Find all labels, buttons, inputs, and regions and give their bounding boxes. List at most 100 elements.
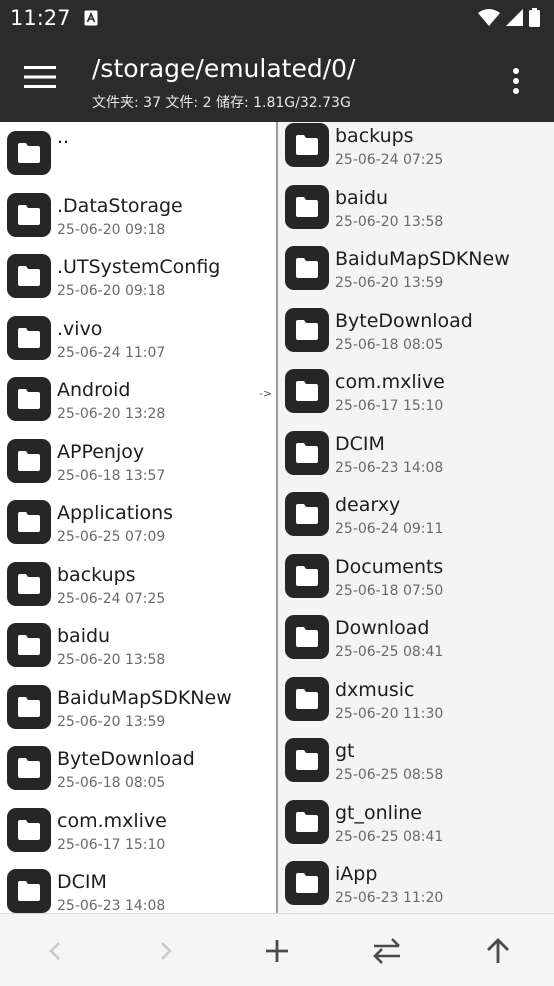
app-bar: /storage/emulated/0/ 文件夹: 37 文件: 2 储存: 1… <box>0 38 554 122</box>
folder-item[interactable]: Documents 25-06-18 07:50 <box>278 545 554 607</box>
folder-item[interactable]: .DataStorage 25-06-20 09:18 <box>0 184 276 246</box>
folder-name: backups <box>57 563 136 586</box>
notification-a-icon <box>84 10 98 26</box>
folder-name: .vivo <box>57 317 103 340</box>
folder-icon <box>7 377 51 421</box>
storage-summary: 文件夹: 37 文件: 2 储存: 1.81G/32.73G <box>92 95 351 111</box>
folder-name: Applications <box>57 502 174 524</box>
folder-name: baidu <box>335 186 389 209</box>
folder-icon <box>285 738 329 782</box>
folder-item[interactable]: DCIM 25-06-23 14:08 <box>0 860 276 913</box>
folder-date: 25-06-20 13:58 <box>335 213 444 230</box>
folder-item[interactable]: APPenjoy 25-06-18 13:57 <box>0 430 276 492</box>
folder-date: 25-06-20 09:18 <box>57 283 166 299</box>
hamburger-menu-icon[interactable] <box>24 65 62 95</box>
folder-date: 25-06-25 08:41 <box>335 644 444 660</box>
folder-icon <box>285 369 329 413</box>
folder-item[interactable]: BaiduMapSDKNew 25-06-20 13:59 <box>278 237 554 299</box>
folder-item[interactable]: com.mxlive 25-06-17 15:10 <box>278 360 554 422</box>
folder-item[interactable]: Android 25-06-20 13:28 <box>0 368 276 430</box>
folder-date: 25-06-18 13:57 <box>57 467 166 484</box>
folder-date: 25-06-25 08:58 <box>335 767 444 783</box>
folder-item[interactable]: backups 25-06-24 07:25 <box>278 122 554 176</box>
folder-date: 25-06-20 13:58 <box>57 652 166 668</box>
folder-date: 25-06-23 14:08 <box>335 459 444 476</box>
folder-date: 25-06-18 08:05 <box>335 336 444 353</box>
folder-icon <box>285 123 329 167</box>
folder-icon <box>285 307 329 352</box>
right-file-list: backups 25-06-24 07:25 baidu 25-06-20 13:58… <box>278 122 554 913</box>
folder-name: ByteDownload <box>57 748 195 770</box>
left-file-pane[interactable]: .. .DataStorage 25-06-20 09:18 .UTSystemCon… <box>0 122 278 913</box>
add-button[interactable] <box>260 934 294 968</box>
battery-icon <box>529 8 540 31</box>
folder-item[interactable]: .UTSystemConfig 25-06-20 09:18 <box>0 245 276 307</box>
folder-icon <box>7 684 51 729</box>
folder-name: baidu <box>57 625 111 647</box>
folder-name: iApp <box>335 863 378 885</box>
swap-panes-button[interactable] <box>370 934 404 968</box>
folder-date: 25-06-24 07:25 <box>335 152 444 168</box>
right-file-pane[interactable]: backups 25-06-24 07:25 baidu 25-06-20 13:58… <box>278 122 554 913</box>
folder-icon <box>7 746 51 790</box>
folder-item[interactable]: .. <box>0 122 276 184</box>
folder-icon <box>285 430 329 475</box>
folder-name: com.mxlive <box>335 371 445 393</box>
folder-item[interactable]: Applications 25-06-25 07:09 <box>0 491 276 553</box>
folder-item[interactable]: ByteDownload 25-06-18 08:05 <box>0 737 276 799</box>
more-vert-icon[interactable] <box>504 66 528 96</box>
folder-item[interactable]: ByteDownload 25-06-18 08:05 <box>278 299 554 361</box>
folder-icon <box>7 438 51 483</box>
folder-item[interactable]: com.mxlive 25-06-17 15:10 <box>0 799 276 861</box>
folder-icon <box>285 676 329 721</box>
left-file-list: .. .DataStorage 25-06-20 09:18 .UTSystemCon… <box>0 122 276 913</box>
folder-item[interactable]: dearxy 25-06-24 09:11 <box>278 483 554 545</box>
forward-button[interactable] <box>149 934 183 968</box>
current-path: /storage/emulated/0/ <box>92 54 356 83</box>
folder-name: APPenjoy <box>57 440 145 463</box>
folder-icon <box>7 869 51 913</box>
folder-name: dearxy <box>335 494 401 516</box>
folder-date: 25-06-20 09:18 <box>57 221 166 238</box>
folder-item[interactable]: dxmusic 25-06-20 11:30 <box>278 668 554 730</box>
folder-name: BaiduMapSDKNew <box>335 248 510 270</box>
folder-date: 25-06-20 11:30 <box>335 705 444 722</box>
folder-icon <box>7 254 51 298</box>
parent-directory-button[interactable] <box>481 934 515 968</box>
wifi-icon <box>478 8 500 31</box>
status-bar: 11:27 <box>0 0 554 38</box>
folder-item[interactable]: gt 25-06-25 08:58 <box>278 729 554 791</box>
folder-date: 25-06-25 08:41 <box>335 828 444 845</box>
folder-item[interactable]: Download 25-06-25 08:41 <box>278 606 554 668</box>
folder-icon <box>285 492 329 536</box>
folder-item[interactable]: gt_online 25-06-25 08:41 <box>278 791 554 853</box>
folder-name: Documents <box>335 555 444 578</box>
folder-icon <box>285 184 329 229</box>
folder-item[interactable]: iApp 25-06-23 11:20 <box>278 852 554 913</box>
folder-date: 25-06-24 11:07 <box>57 344 166 361</box>
folder-date: 25-06-24 09:11 <box>335 521 444 537</box>
signal-icon <box>506 9 523 30</box>
folder-item[interactable]: .vivo 25-06-24 11:07 <box>0 307 276 369</box>
folder-date: 25-06-17 15:10 <box>57 836 166 853</box>
folder-icon <box>285 553 329 598</box>
folder-icon <box>7 315 51 360</box>
status-time: 11:27 <box>10 6 71 30</box>
bottom-toolbar <box>0 913 554 986</box>
folder-name: .. <box>57 126 70 148</box>
folder-name: DCIM <box>335 432 385 455</box>
folder-item[interactable]: baidu 25-06-20 13:58 <box>0 614 276 676</box>
folder-name: gt <box>335 740 355 762</box>
folder-icon <box>7 131 51 175</box>
folder-item[interactable]: DCIM 25-06-23 14:08 <box>278 422 554 484</box>
back-button[interactable] <box>38 934 72 968</box>
folder-item[interactable]: backups 25-06-24 07:25 <box>0 553 276 615</box>
folder-date: 25-06-23 11:20 <box>335 890 444 906</box>
folder-icon <box>7 500 51 544</box>
folder-item[interactable]: baidu 25-06-20 13:58 <box>278 176 554 238</box>
folder-item[interactable]: BaiduMapSDKNew 25-06-20 13:59 <box>0 676 276 738</box>
folder-icon <box>285 246 329 290</box>
folder-name: backups <box>335 125 414 147</box>
folder-date: 25-06-20 13:28 <box>57 406 166 422</box>
folder-name: ByteDownload <box>335 309 473 332</box>
